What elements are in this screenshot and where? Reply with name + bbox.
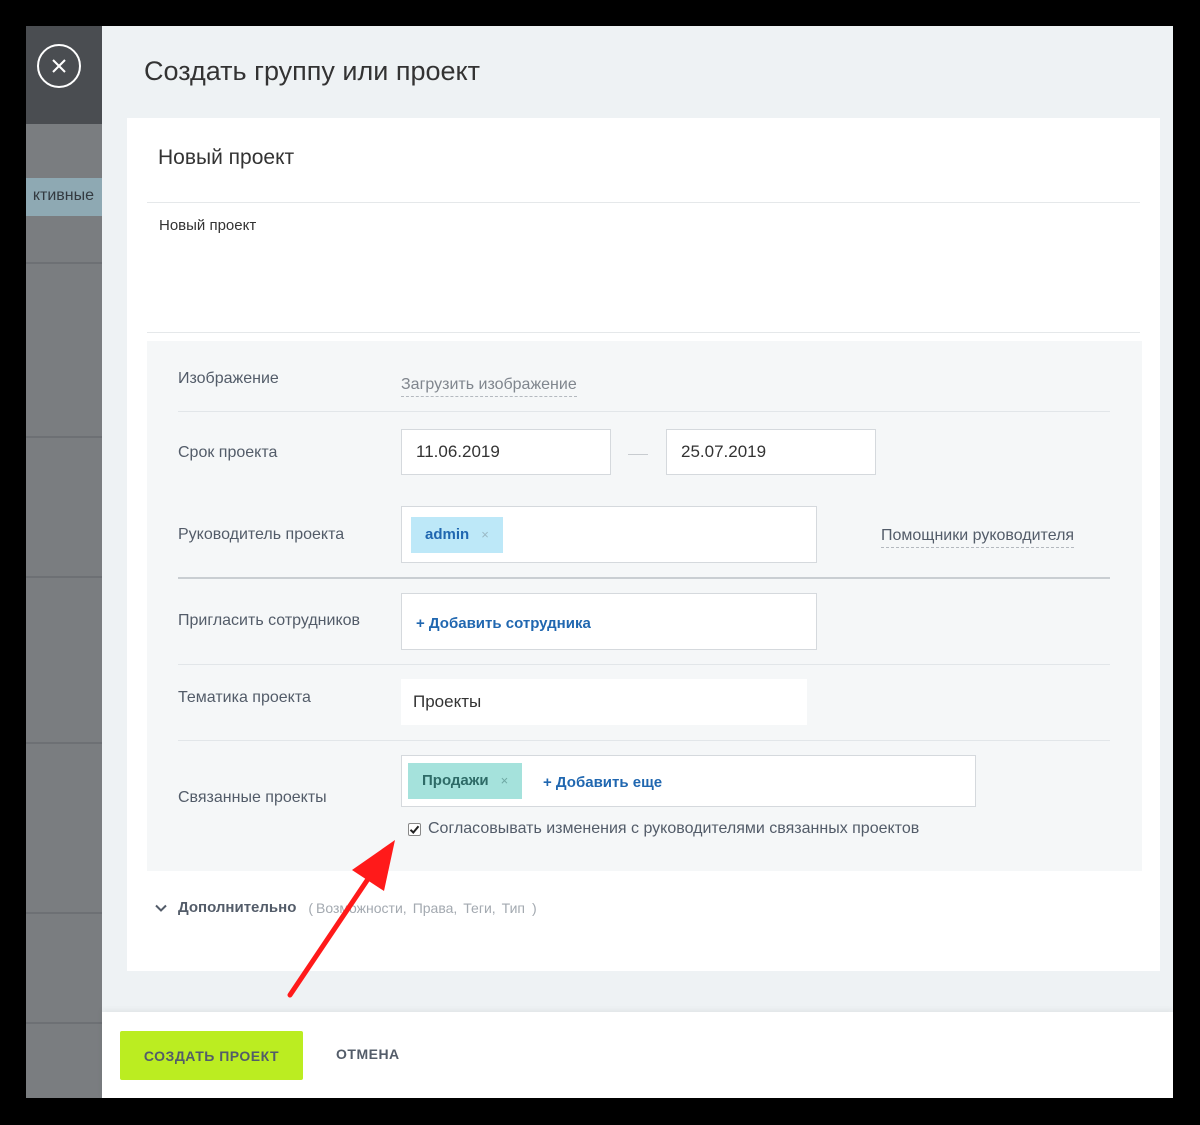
remove-related-project-icon[interactable]: × [501,773,509,788]
subject-select[interactable]: Проекты [401,679,807,725]
divider [178,411,1110,412]
background-divider [26,436,102,438]
related-project-tag-label: Продажи [422,772,489,789]
add-employee-link[interactable]: + Добавить сотрудника [416,615,591,632]
divider [147,332,1140,333]
deadline-start-input[interactable]: 11.06.2019 [401,429,611,475]
subject-label: Тематика проекта [178,689,311,706]
related-project-tag: Продажи × [408,763,523,799]
background-divider [26,576,102,578]
divider [178,740,1110,741]
background-filter-label: ктивные [32,187,94,204]
project-settings-panel: Изображение Загрузить изображение Срок п… [147,341,1142,871]
advanced-toggle[interactable]: Дополнительно ( Возможности, Права, Теги… [154,899,537,916]
background-divider [26,1022,102,1024]
cancel-button[interactable]: ОТМЕНА [336,1046,400,1062]
advanced-close-paren: ) [532,899,537,916]
advanced-option-rights: Права, [412,899,458,916]
advanced-open-paren: ( [308,899,314,916]
sync-changes-label: Согласовывать изменения с руководителями… [428,820,920,837]
owner-selector[interactable]: admin × [401,506,817,563]
close-icon [52,59,66,73]
project-description-input[interactable]: Новый проект [159,217,256,234]
image-label: Изображение [178,370,279,387]
project-form-card: Новый проект Новый проект Изображение За… [127,118,1160,971]
close-slider-button[interactable] [37,44,81,88]
form-footer: СОЗДАТЬ ПРОЕКТ ОТМЕНА [102,1012,1173,1098]
related-projects-selector[interactable]: Продажи × + Добавить еще [401,755,976,807]
owner-label: Руководитель проекта [178,526,345,543]
advanced-option-features: Возможности, [316,899,407,916]
checkmark-icon [409,825,420,834]
divider [178,664,1110,665]
background-divider [26,742,102,744]
chevron-down-icon [155,904,167,912]
project-name-input[interactable]: Новый проект [158,146,294,170]
background-filter: ктивные [26,178,102,216]
add-more-related-link[interactable]: + Добавить еще [543,774,662,791]
advanced-title: Дополнительно [178,899,297,916]
owner-tag-label: admin [425,526,470,543]
owner-tag: admin × [411,517,503,553]
sync-changes-checkbox[interactable] [408,822,421,836]
advanced-option-tags: Теги, [463,899,496,916]
divider [147,202,1140,203]
page-title: Создать группу или проект [144,56,480,86]
background-divider [26,262,102,264]
sync-changes-option[interactable]: Согласовывать изменения с руководителями… [408,820,919,838]
deadline-label: Срок проекта [178,444,278,461]
invite-selector[interactable]: + Добавить сотрудника [401,593,817,650]
invite-label: Пригласить сотрудников [178,612,361,629]
deadline-end-input[interactable]: 25.07.2019 [666,429,876,475]
divider [178,577,1110,579]
background-app: ктивные [26,26,102,1098]
background-divider [26,912,102,914]
create-project-button[interactable]: СОЗДАТЬ ПРОЕКТ [120,1031,303,1080]
owner-assistants-link[interactable]: Помощники руководителя [881,527,1075,548]
upload-image-link[interactable]: Загрузить изображение [401,376,577,397]
create-project-slider: Создать группу или проект Новый проект Н… [102,26,1173,1098]
date-range-dash [628,454,648,455]
remove-owner-icon[interactable]: × [481,527,489,542]
related-projects-label: Связанные проекты [178,789,327,806]
advanced-option-type: Тип [501,899,525,916]
